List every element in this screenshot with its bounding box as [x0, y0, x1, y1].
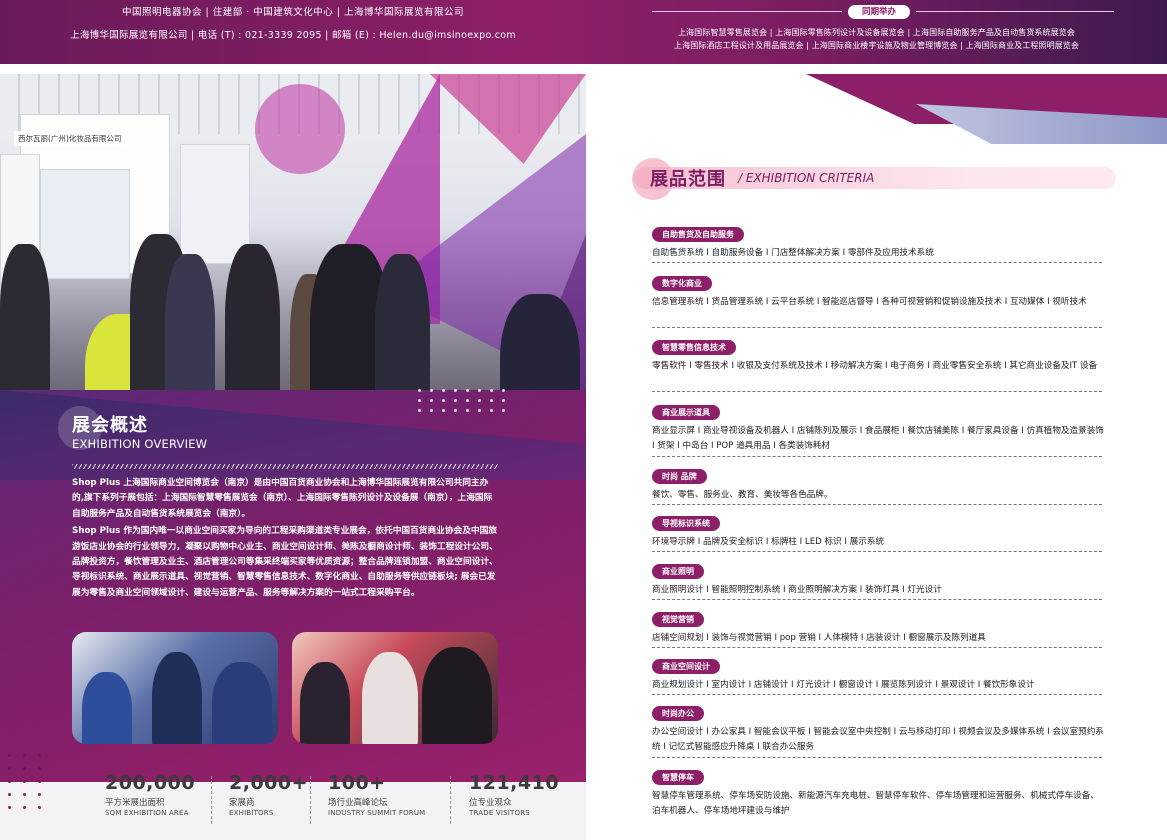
category-smart-office: 时尚办公 办公空间设计 I 办公家具 I 智能会议平板 I 智能会议室中央控制 …	[652, 701, 1106, 758]
category-fashion-brands: 时尚 品牌 餐饮、零售、服务业、教育、美妆等各色品牌。	[652, 464, 1106, 505]
organizers-text: 中国照明电器协会 | 住建部 · 中国建筑文化中心 | 上海博华国际展览有限公司	[121, 7, 465, 18]
category-tag: 自助售货及自助服务	[652, 227, 744, 242]
criteria-title-zh: 展品范围	[650, 169, 726, 190]
category-signage: 导视标识系统 环境导示牌 I 品牌及安全标识 I 标牌柱 I LED 标识 I …	[652, 511, 1106, 552]
meeting-photo	[72, 632, 278, 744]
overview-body: Shop Plus 上海国际商业空间博览会（南京）是由中国百货商业协会和上海博华…	[72, 476, 500, 603]
overview-page: 西尔瓦丽(广州)化妆品有限公司 展会概述 EXHIBITION OVERVIEW…	[0, 64, 586, 840]
concurrent-line-2: 上海国际酒店工程设计及用品展览会 | 上海国际商业楼宇设施及物业管理博览会 | …	[674, 41, 1079, 50]
category-tag: 视觉营销	[652, 612, 704, 627]
category-tag: 数字化商业	[652, 276, 712, 291]
category-tag: 商业照明	[652, 564, 704, 579]
overview-title-en: EXHIBITION OVERVIEW	[72, 437, 208, 451]
category-tag: 智慧零售信息技术	[652, 340, 736, 355]
category-tag: 商业空间设计	[652, 659, 720, 674]
overview-title-zh: 展会概述	[72, 415, 148, 436]
overview-paragraph-1: Shop Plus 上海国际商业空间博览会（南京）是由中国百货商业协会和上海博华…	[72, 478, 493, 519]
contact-text: 上海博华国际展览有限公司 | 电话 (T) : 021-3339 2095 | …	[70, 30, 516, 41]
category-items: 环境导示牌 I 品牌及安全标识 I 标牌柱 I LED 标识 I 展示系统	[652, 537, 885, 547]
category-items: 商业显示屏 I 商业导视设备及机器人 I 店铺陈列及展示 I 食品展柜 I 餐饮…	[652, 426, 1104, 452]
stat-exhibitors: 2,000+ 家展商 EXHIBITORS	[229, 772, 309, 817]
concurrent-badge: 同期举办	[848, 5, 910, 19]
category-smart-parking: 智慧停车 智慧停车管理系统、停车场安防设施、新能源汽车充电桩、智慧停车软件、停车…	[652, 765, 1106, 819]
stats-bar: 200,000 平方米展出面积 SQM EXHIBITION AREA 2,00…	[72, 762, 586, 834]
stat-forums: 100+ 场行业高峰论坛 INDUSTRY SUMMIT FORUM	[328, 772, 426, 817]
category-items: 商业规划设计 I 室内设计 I 店铺设计 I 灯光设计 I 橱窗设计 I 展览陈…	[652, 680, 1035, 690]
category-items: 店铺空间规划 I 装饰与视觉营销 I pop 营销 I 人体模特 I 店装设计 …	[652, 633, 986, 643]
category-items: 自助售货系统 I 自助服务设备 I 门店整体解决方案 I 零部件及应用技术系统	[652, 248, 934, 258]
overview-title: 展会概述 EXHIBITION OVERVIEW	[58, 406, 358, 466]
divider	[652, 11, 842, 12]
stat-visitors: 121,410 位专业观众 TRADE VISITORS	[469, 772, 560, 817]
overview-paragraph-2: Shop Plus 作为国内唯一以商业空间买家为导向的工程采购渠道类专业展会，依…	[72, 526, 498, 598]
booth-sign: 西尔瓦丽(广州)化妆品有限公司	[14, 131, 126, 146]
category-smart-retail-it: 智慧零售信息技术 零售软件 I 零售技术 I 收银及支付系统及技术 I 移动解决…	[652, 335, 1106, 392]
category-tag: 导视标识系统	[652, 516, 720, 531]
category-space-design: 商业空间设计 商业规划设计 I 室内设计 I 店铺设计 I 灯光设计 I 橱窗设…	[652, 654, 1106, 695]
visitors-photo	[292, 632, 498, 744]
category-self-service: 自助售货及自助服务 自助售货系统 I 自助服务设备 I 门店整体解决方案 I 零…	[652, 222, 1106, 263]
decor-dots	[8, 754, 41, 809]
decor-dots	[418, 389, 505, 412]
category-tag: 时尚 品牌	[652, 469, 707, 484]
category-digital-commerce: 数字化商业 信息管理系统 I 货品管理系统 I 云平台系统 I 智能巡店督导 I…	[652, 271, 1106, 328]
category-tag: 智慧停车	[652, 770, 704, 785]
category-items: 信息管理系统 I 货品管理系统 I 云平台系统 I 智能巡店督导 I 各种可视营…	[652, 297, 1087, 307]
header-left: 中国照明电器协会 | 住建部 · 中国建筑文化中心 | 上海博华国际展览有限公司…	[0, 0, 586, 64]
criteria-title-en: / EXHIBITION CRITERIA	[738, 171, 875, 185]
divider	[916, 11, 1114, 12]
category-tag: 时尚办公	[652, 706, 704, 721]
concurrent-events: 同期举办 上海国际智慧零售展览会 | 上海国际零售陈列设计及设备展览会 | 上海…	[586, 0, 1167, 64]
category-items: 智慧停车管理系统、停车场安防设施、新能源汽车充电桩、智慧停车软件、停车场管理和运…	[652, 791, 1099, 817]
hatch-divider	[72, 464, 498, 469]
category-items: 餐饮、零售、服务业、教育、美妆等各色品牌。	[652, 490, 833, 500]
header-bar: 中国照明电器协会 | 住建部 · 中国建筑文化中心 | 上海博华国际展览有限公司…	[0, 0, 1167, 64]
criteria-title: 展品范围 / EXHIBITION CRITERIA	[632, 158, 1118, 200]
concurrent-line-1: 上海国际智慧零售展览会 | 上海国际零售陈列设计及设备展览会 | 上海国际自助服…	[678, 28, 1075, 37]
category-display-props: 商业展示道具 商业显示屏 I 商业导视设备及机器人 I 店铺陈列及展示 I 食品…	[652, 400, 1106, 457]
category-items: 商业照明设计 I 智能照明控制系统 I 商业照明解决方案 I 装饰灯具 I 灯光…	[652, 585, 942, 595]
category-items: 零售软件 I 零售技术 I 收银及支付系统及技术 I 移动解决方案 I 电子商务…	[652, 361, 1098, 371]
category-visual-merchandising: 视觉营销 店铺空间规划 I 装饰与视觉营销 I pop 营销 I 人体模特 I …	[652, 607, 1106, 648]
criteria-page: 展品范围 / EXHIBITION CRITERIA 自助售货及自助服务 自助售…	[586, 64, 1167, 840]
category-items: 办公空间设计 I 办公家具 I 智能会议平板 I 智能会议室中央控制 I 云与移…	[652, 727, 1104, 753]
category-lighting: 商业照明 商业照明设计 I 智能照明控制系统 I 商业照明解决方案 I 装饰灯具…	[652, 559, 1106, 600]
stat-area: 200,000 平方米展出面积 SQM EXHIBITION AREA	[105, 772, 196, 817]
category-tag: 商业展示道具	[652, 405, 720, 420]
